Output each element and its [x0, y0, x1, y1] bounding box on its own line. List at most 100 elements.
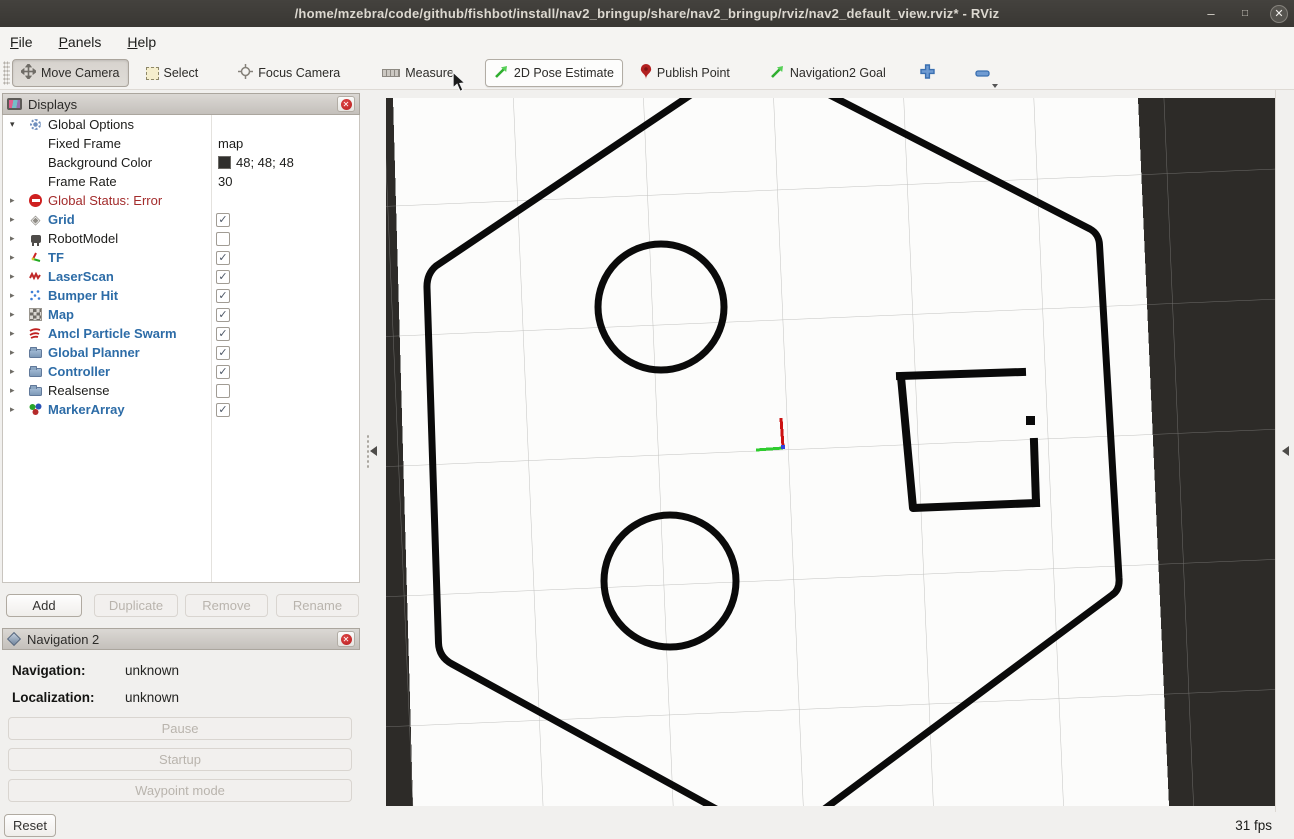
right-panel-strip[interactable] — [1275, 90, 1294, 812]
grid-checkbox[interactable]: ✓ — [216, 213, 230, 227]
nav2-close-button[interactable]: ✕ — [337, 631, 355, 647]
maximize-button[interactable]: □ — [1236, 5, 1254, 23]
pause-button[interactable]: Pause — [8, 717, 352, 740]
toolbar-drag-handle[interactable] — [3, 61, 10, 85]
collapse-arrow-icon[interactable]: ▾ — [10, 119, 20, 130]
startup-button[interactable]: Startup — [8, 748, 352, 771]
row-bumper-hit[interactable]: ▸ Bumper Hit ✓ — [3, 286, 359, 305]
amcl-particles-icon — [29, 327, 42, 340]
expand-arrow-icon[interactable]: ▸ — [10, 214, 20, 225]
markerarray-checkbox[interactable]: ✓ — [216, 403, 230, 417]
close-button[interactable]: ✕ — [1270, 5, 1288, 23]
menu-panels[interactable]: Panels — [59, 34, 102, 50]
global-planner-checkbox[interactable]: ✓ — [216, 346, 230, 360]
expand-arrow-icon[interactable]: ▸ — [10, 252, 20, 263]
expand-arrow-icon[interactable]: ▸ — [10, 366, 20, 377]
navigation2-goal-arrow-icon — [770, 64, 785, 82]
rename-display-button[interactable]: Rename — [276, 594, 359, 617]
tool-focus-camera[interactable]: Focus Camera — [229, 59, 349, 87]
tool-move-camera[interactable]: Move Camera — [12, 59, 129, 87]
expand-arrow-icon[interactable]: ▸ — [10, 385, 20, 396]
add-tool-button[interactable] — [913, 59, 942, 87]
row-laserscan[interactable]: ▸ LaserScan ✓ — [3, 267, 359, 286]
displays-panel-header[interactable]: Displays ✕ — [2, 93, 360, 115]
bumper-hit-checkbox[interactable]: ✓ — [216, 289, 230, 303]
tool-label: 2D Pose Estimate — [514, 66, 614, 80]
robot-icon — [31, 235, 41, 243]
tool-publish-point[interactable]: Publish Point — [631, 59, 739, 87]
panel-splitter[interactable] — [362, 90, 386, 812]
add-display-button[interactable]: Add — [6, 594, 82, 617]
row-amcl-particle-swarm[interactable]: ▸ Amcl Particle Swarm ✓ — [3, 324, 359, 343]
reset-button[interactable]: Reset — [4, 814, 56, 837]
displays-close-button[interactable]: ✕ — [337, 96, 355, 112]
row-global-planner[interactable]: ▸ Global Planner ✓ — [3, 343, 359, 362]
row-tf[interactable]: ▸ TF ✓ — [3, 248, 359, 267]
nav2-panel-header[interactable]: Navigation 2 ✕ — [2, 628, 360, 650]
map-checkbox[interactable]: ✓ — [216, 308, 230, 322]
menubar: File Panels Help — [0, 27, 1294, 57]
markerarray-balloons-icon — [29, 403, 42, 416]
tool-navigation2-goal[interactable]: Navigation2 Goal — [761, 59, 895, 87]
navigation-status: unknown — [125, 663, 179, 678]
displays-panel-title: Displays — [28, 97, 331, 112]
menu-help[interactable]: Help — [127, 34, 156, 50]
row-grid[interactable]: ▸ ◈ Grid ✓ — [3, 210, 359, 229]
tool-2d-pose-estimate[interactable]: 2D Pose Estimate — [485, 59, 623, 87]
remove-display-button[interactable]: Remove — [185, 594, 268, 617]
focus-camera-icon — [238, 64, 253, 82]
expand-arrow-icon[interactable]: ▸ — [10, 233, 20, 244]
fixed-frame-value[interactable]: map — [218, 136, 243, 151]
toolbar: Move Camera Select Focus Camera Measure — [0, 57, 1294, 90]
expand-arrow-icon[interactable]: ▸ — [10, 309, 20, 320]
fps-counter: 31 fps — [1235, 818, 1272, 833]
laserscan-checkbox[interactable]: ✓ — [216, 270, 230, 284]
localization-status: unknown — [125, 690, 179, 705]
measure-icon — [382, 69, 400, 77]
row-realsense[interactable]: ▸ Realsense — [3, 381, 359, 400]
expand-arrow-icon[interactable]: ▸ — [10, 271, 20, 282]
mouse-cursor — [452, 71, 468, 100]
controller-checkbox[interactable]: ✓ — [216, 365, 230, 379]
map-icon — [29, 308, 42, 321]
frame-rate-value[interactable]: 30 — [218, 174, 232, 189]
expand-arrow-icon[interactable]: ▸ — [10, 290, 20, 301]
background-color-value[interactable]: 48; 48; 48 — [218, 155, 294, 170]
titlebar[interactable]: /home/mzebra/code/github/fishbot/install… — [0, 0, 1294, 27]
menu-file[interactable]: File — [10, 34, 33, 50]
row-global-status[interactable]: ▸ Global Status: Error — [3, 191, 359, 210]
tf-axes-icon — [29, 251, 42, 264]
robotmodel-checkbox[interactable] — [216, 232, 230, 246]
tool-label: Select — [164, 66, 199, 80]
move-camera-icon — [21, 64, 36, 82]
expand-arrow-icon[interactable]: ▸ — [10, 347, 20, 358]
row-robotmodel[interactable]: ▸ RobotModel — [3, 229, 359, 248]
expand-arrow-icon[interactable]: ▸ — [10, 404, 20, 415]
row-markerarray[interactable]: ▸ MarkerArray ✓ — [3, 400, 359, 419]
row-controller[interactable]: ▸ Controller ✓ — [3, 362, 359, 381]
minimize-button[interactable]: – — [1202, 5, 1220, 23]
grid-icon: ◈ — [31, 213, 41, 226]
amcl-checkbox[interactable]: ✓ — [216, 327, 230, 341]
render-viewport[interactable] — [386, 98, 1275, 806]
row-global-options[interactable]: ▾ Global Options — [3, 115, 359, 134]
duplicate-display-button[interactable]: Duplicate — [94, 594, 178, 617]
row-background-color[interactable]: Background Color 48; 48; 48 — [3, 153, 359, 172]
expand-arrow-icon[interactable]: ▸ — [10, 328, 20, 339]
collapse-right-arrow-icon[interactable] — [1282, 446, 1289, 456]
row-frame-rate[interactable]: Frame Rate 30 — [3, 172, 359, 191]
realsense-checkbox[interactable] — [216, 384, 230, 398]
expand-arrow-icon[interactable]: ▸ — [10, 195, 20, 206]
row-map[interactable]: ▸ Map ✓ — [3, 305, 359, 324]
tool-measure[interactable]: Measure — [373, 59, 463, 87]
remove-tool-button[interactable] — [968, 59, 997, 87]
tool-dropdown-arrow-icon[interactable] — [992, 84, 998, 88]
tf-checkbox[interactable]: ✓ — [216, 251, 230, 265]
row-fixed-frame[interactable]: Fixed Frame map — [3, 134, 359, 153]
minus-icon — [975, 66, 990, 80]
waypoint-mode-button[interactable]: Waypoint mode — [8, 779, 352, 802]
tool-select[interactable]: Select — [137, 59, 208, 87]
nav2-panel-icon — [7, 632, 21, 646]
window-title: /home/mzebra/code/github/fishbot/install… — [0, 6, 1294, 21]
collapse-left-arrow-icon[interactable] — [370, 446, 377, 456]
